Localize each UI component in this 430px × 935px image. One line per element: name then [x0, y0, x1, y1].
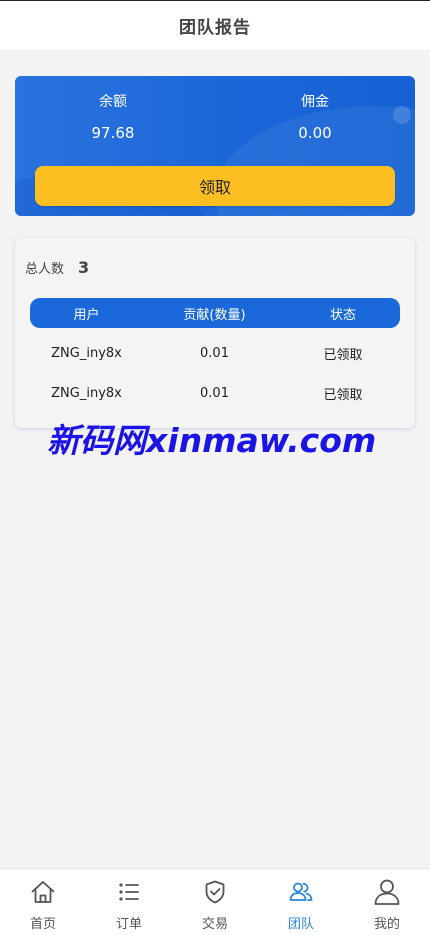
bottom-tab-bar: 首页 订单 交易 团队 我的	[0, 868, 430, 935]
row-user: ZNG_iny8x	[51, 345, 122, 361]
shield-check-icon	[205, 880, 225, 904]
column-header-status: 状态	[329, 307, 356, 323]
commission-stat: 佣金 0.00	[225, 92, 405, 144]
tab-orders[interactable]: 订单	[86, 869, 172, 935]
table-row: ZNG_iny8x 0.01 已领取	[30, 338, 400, 368]
column-header-user: 用户	[73, 307, 100, 323]
balance-value: 97.68	[91, 124, 135, 142]
total-members-value: 3	[78, 258, 90, 277]
watermark: 新码网xinmaw.com	[47, 421, 377, 460]
list-icon	[119, 883, 139, 901]
table-header: 用户 贡献(数量) 状态	[30, 298, 400, 328]
claim-button[interactable]: 领取	[35, 166, 395, 206]
commission-label: 佣金	[301, 94, 329, 110]
column-header-contribution: 贡献(数量)	[183, 307, 246, 323]
row-status: 已领取	[323, 347, 363, 363]
tab-trade[interactable]: 交易	[172, 869, 258, 935]
tab-mine[interactable]: 我的	[344, 869, 430, 935]
balance-label: 余额	[99, 94, 127, 110]
user-icon	[374, 879, 400, 905]
tab-trade-label: 交易	[201, 917, 228, 932]
tab-home-label: 首页	[29, 917, 56, 932]
tab-team[interactable]: 团队	[258, 869, 344, 935]
total-members-label: 总人数	[25, 262, 65, 277]
row-user: ZNG_iny8x	[51, 385, 122, 401]
balance-card: 余额 97.68 佣金 0.00 领取	[15, 76, 415, 216]
row-contribution: 0.01	[200, 345, 229, 361]
table-row: ZNG_iny8x 0.01 已领取	[30, 378, 400, 408]
tab-team-label: 团队	[287, 917, 314, 932]
row-status: 已领取	[323, 387, 363, 403]
team-icon	[289, 882, 313, 901]
team-card: 总人数 3 用户 贡献(数量) 状态 ZNG_iny8x 0.01 已领取 ZN…	[15, 238, 415, 428]
tab-mine-label: 我的	[373, 917, 400, 932]
page-title: 团队报告	[179, 18, 251, 38]
row-contribution: 0.01	[200, 385, 229, 401]
total-members: 总人数 3	[25, 258, 89, 277]
commission-value: 0.00	[298, 124, 332, 142]
page-header: 团队报告	[0, 0, 430, 50]
tab-home[interactable]: 首页	[0, 869, 86, 935]
balance-stat: 余额 97.68	[23, 92, 203, 144]
tab-orders-label: 订单	[115, 917, 142, 932]
home-icon	[31, 881, 55, 903]
